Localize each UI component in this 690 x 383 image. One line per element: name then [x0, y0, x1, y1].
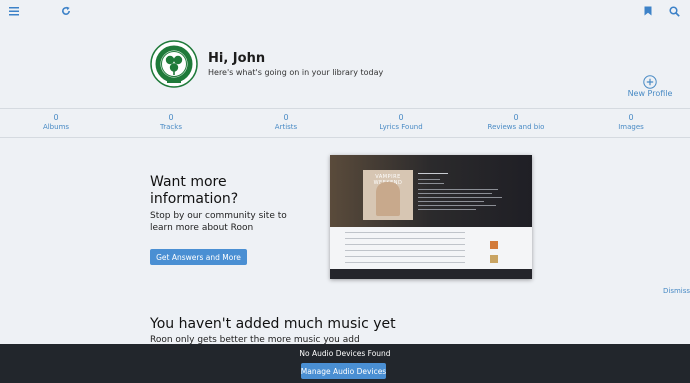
stat-label: Images: [618, 123, 644, 131]
stat-artists[interactable]: 0 Artists: [236, 113, 336, 131]
stat-images[interactable]: 0 Images: [581, 113, 681, 131]
preview-text-line: [418, 173, 448, 174]
stat-albums[interactable]: 0 Albums: [6, 113, 106, 131]
preview-text-line: [418, 179, 440, 180]
search-icon[interactable]: [665, 2, 683, 20]
preview-row: [345, 250, 465, 251]
audio-status-text: No Audio Devices Found: [299, 349, 391, 358]
new-profile-button[interactable]: New Profile: [624, 74, 676, 98]
celtic-crest-avatar[interactable]: [150, 40, 198, 88]
roon-app-preview-image: VAMPIRE WEEKEND: [330, 155, 532, 279]
audio-device-bar: No Audio Devices Found Manage Audio Devi…: [0, 344, 690, 383]
preview-thumbnail: [490, 255, 498, 263]
preview-player-bar: [330, 269, 532, 279]
preview-row: [345, 256, 465, 257]
get-answers-button[interactable]: Get Answers and More: [150, 249, 247, 265]
preview-track-list: [330, 227, 532, 269]
top-bar: [0, 0, 690, 22]
stat-label: Albums: [42, 123, 70, 131]
stat-label: Artists: [274, 123, 298, 131]
preview-hero: [330, 155, 532, 227]
stat-label: Tracks: [160, 123, 182, 131]
manage-audio-devices-button[interactable]: Manage Audio Devices: [301, 363, 386, 379]
preview-row: [345, 232, 465, 233]
preview-thumbnail: [490, 241, 498, 249]
hamburger-menu-icon[interactable]: [5, 2, 23, 20]
info-card-body: Stop by our community site to learn more…: [150, 211, 287, 233]
preview-row: [345, 262, 465, 263]
stat-value: 0: [398, 113, 404, 122]
bookmark-icon[interactable]: [639, 2, 657, 20]
refresh-icon[interactable]: [57, 2, 75, 20]
stat-label: Lyrics Found: [379, 123, 423, 131]
preview-text-line: [418, 193, 492, 194]
stat-value: 0: [168, 113, 174, 122]
stat-label: Reviews and bio: [487, 123, 545, 131]
preview-text-line: [418, 205, 496, 206]
preview-cover-figure: [376, 182, 400, 216]
preview-row: [345, 244, 465, 245]
preview-text-line: [418, 183, 444, 184]
preview-text-line: [418, 189, 498, 190]
stat-lyrics-found[interactable]: 0 Lyrics Found: [351, 113, 451, 131]
stat-reviews-and-bio[interactable]: 0 Reviews and bio: [466, 113, 566, 131]
stat-value: 0: [283, 113, 289, 122]
preview-text-line: [418, 201, 484, 202]
stat-value: 0: [513, 113, 519, 122]
empty-library-heading: You haven't added much music yet: [150, 316, 396, 332]
greeting-heading: Hi, John: [208, 51, 266, 66]
plus-circle-icon: [643, 74, 657, 89]
preview-row: [345, 238, 465, 239]
info-card-heading: Want more information?: [150, 174, 239, 207]
dismiss-link[interactable]: Dismiss: [663, 287, 690, 295]
new-profile-label: New Profile: [627, 89, 673, 98]
preview-text-line: [418, 209, 476, 210]
stat-tracks[interactable]: 0 Tracks: [121, 113, 221, 131]
preview-text-line: [418, 197, 502, 198]
stat-value: 0: [628, 113, 634, 122]
greeting-subtitle: Here's what's going on in your library t…: [208, 68, 384, 77]
stat-value: 0: [53, 113, 59, 122]
preview-album-cover: VAMPIRE WEEKEND: [363, 170, 413, 220]
library-stats: 0 Albums 0 Tracks 0 Artists 0 Lyrics Fou…: [0, 108, 690, 138]
